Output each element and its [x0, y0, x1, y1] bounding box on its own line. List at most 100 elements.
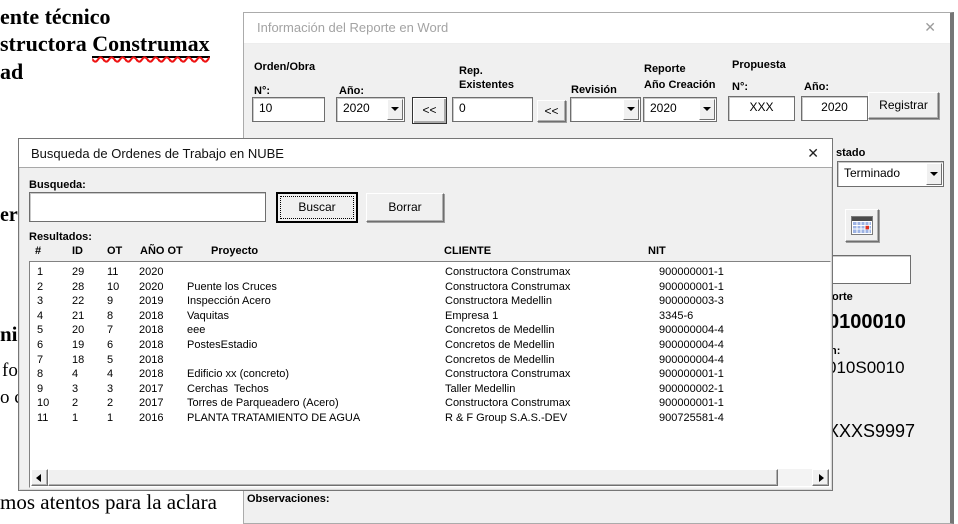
table-cell: 900725581-4 — [659, 412, 724, 424]
table-cell: 18 — [72, 354, 84, 366]
resultados-label: Resultados: — [29, 231, 92, 243]
rep-existentes-input[interactable]: 0 — [452, 97, 533, 122]
search-close-icon[interactable]: ✕ — [807, 145, 819, 162]
rep-existentes-label-2: Existentes — [459, 79, 514, 91]
table-cell: Concretos de Medellin — [445, 339, 554, 351]
reporte-creacion-combobox[interactable]: 2020 — [643, 97, 717, 122]
observaciones-label: Observaciones: — [247, 493, 330, 505]
table-cell: Puente los Cruces — [187, 281, 277, 293]
table-row[interactable]: 32292019Inspección AceroConstructora Med… — [30, 295, 830, 309]
table-cell: Taller Medellin — [445, 383, 515, 395]
doc-line-ente-tecnico: ente técnico — [0, 4, 111, 30]
search-input[interactable] — [29, 192, 266, 222]
table-cell: 3 — [107, 383, 113, 395]
table-row[interactable]: 8442018Edificio xx (concreto)Constructor… — [30, 368, 830, 382]
report-code-small: XXXS9997 — [827, 421, 915, 442]
propuesta-numero-label: N°: — [732, 81, 748, 93]
table-cell: 900000001-1 — [659, 397, 724, 409]
table-row[interactable]: 71852018Concretos de Medellin900000004-4 — [30, 354, 830, 368]
table-cell: 7 — [37, 354, 43, 366]
table-cell: 4 — [72, 368, 78, 380]
table-row[interactable]: 61962018PostesEstadioConcretos de Medell… — [30, 339, 830, 353]
horizontal-scrollbar[interactable] — [31, 469, 829, 486]
ano-combobox[interactable]: 2020 — [336, 97, 405, 122]
table-cell: 6 — [37, 339, 43, 351]
shift-left-button-2[interactable]: << — [537, 100, 566, 122]
search-dialog-title: Busqueda de Ordenes de Trabajo en NUBE — [31, 146, 284, 161]
revision-label: Revisión — [571, 84, 617, 96]
buscar-button[interactable]: Buscar — [276, 192, 358, 223]
calendar-button[interactable] — [845, 209, 879, 242]
table-cell: 900000001-1 — [659, 266, 724, 278]
propuesta-numero-input[interactable]: XXX — [728, 96, 795, 121]
report-close-icon[interactable]: ✕ — [924, 19, 936, 36]
table-cell: 2018 — [139, 368, 163, 380]
table-cell: 7 — [107, 324, 113, 336]
table-row[interactable]: 129112020Constructora Construmax90000000… — [30, 266, 830, 280]
estado-combobox[interactable]: Terminado — [837, 161, 944, 187]
table-cell: 11 — [37, 412, 48, 424]
report-code-mid: 010S0010 — [827, 358, 905, 378]
table-row[interactable]: 52072018eeeConcretos de Medellin90000000… — [30, 324, 830, 338]
table-cell: 900000004-4 — [659, 354, 724, 366]
table-row[interactable]: 9332017Cerchas TechosTaller Medellin9000… — [30, 383, 830, 397]
propuesta-ano-input[interactable]: 2020 — [801, 96, 868, 121]
table-cell: PostesEstadio — [187, 339, 257, 351]
column-header: CLIENTE — [444, 245, 491, 257]
table-cell: 3 — [72, 383, 78, 395]
table-cell: PLANTA TRATAMIENTO DE AGUA — [187, 412, 360, 424]
table-cell: 1 — [37, 266, 43, 278]
revision-combobox[interactable] — [570, 97, 641, 122]
table-cell: 900000004-4 — [659, 324, 724, 336]
shift-left-button-1[interactable]: << — [412, 97, 447, 124]
chevron-down-icon[interactable] — [926, 163, 942, 185]
table-cell: eee — [187, 324, 205, 336]
scrollbar-thumb[interactable] — [48, 469, 778, 486]
search-dialog-titlebar[interactable]: Busqueda de Ordenes de Trabajo en NUBE ✕ — [19, 139, 832, 168]
table-cell: Constructora Construmax — [445, 281, 570, 293]
borrar-button[interactable]: Borrar — [366, 193, 444, 222]
scroll-left-icon[interactable] — [31, 469, 48, 486]
doc-line-atentos: mos atentos para la aclara — [0, 490, 217, 515]
table-row[interactable]: 11112016PLANTA TRATAMIENTO DE AGUAR & F … — [30, 412, 830, 426]
table-row[interactable]: 42182018VaquitasEmpresa 13345-6 — [30, 310, 830, 324]
table-cell: Constructora Construmax — [445, 368, 570, 380]
table-cell: 8 — [107, 310, 113, 322]
table-cell: 1 — [72, 412, 78, 424]
doc-text-structora: structora — [0, 31, 92, 56]
numero-input[interactable]: 10 — [252, 97, 325, 122]
reporte-label-fragment: orte — [832, 291, 853, 303]
doc-text-construmax: Construmax — [92, 31, 209, 56]
busqueda-label: Busqueda: — [29, 179, 86, 191]
table-cell: 2018 — [139, 310, 163, 322]
column-header: OT — [107, 245, 122, 257]
table-cell: 2017 — [139, 397, 163, 409]
chevron-down-icon[interactable] — [699, 99, 715, 120]
table-cell: 20 — [72, 324, 84, 336]
ano-combobox-value: 2020 — [343, 101, 370, 115]
chevron-down-icon[interactable] — [387, 99, 403, 120]
reporte-creacion-combobox-value: 2020 — [650, 101, 677, 115]
estado-combobox-value: Terminado — [844, 166, 900, 180]
table-cell: Constructora Construmax — [445, 397, 570, 409]
reporte-creacion-label-2: Año Creación — [644, 79, 716, 91]
table-cell: 2018 — [139, 354, 163, 366]
table-cell: Edificio xx (concreto) — [187, 368, 289, 380]
propuesta-section-label: Propuesta — [732, 59, 786, 71]
report-dialog-titlebar[interactable]: Información del Reporte en Word ✕ — [244, 13, 950, 44]
chevron-down-icon[interactable] — [623, 99, 639, 120]
registrar-button[interactable]: Registrar — [868, 92, 939, 119]
doc-frag-ni: ni — [0, 322, 18, 347]
table-cell: 2019 — [139, 295, 163, 307]
table-row[interactable]: 228102020Puente los CrucesConstructora C… — [30, 281, 830, 295]
fecha-input[interactable] — [826, 255, 911, 284]
column-header: AÑO OT — [140, 245, 183, 257]
doc-line-constructora: structora Construmax — [0, 31, 210, 57]
table-cell: 2020 — [139, 266, 163, 278]
table-row[interactable]: 10222017Torres de Parqueadero (Acero)Con… — [30, 397, 830, 411]
table-cell: 5 — [37, 324, 43, 336]
table-cell: 29 — [72, 266, 84, 278]
results-listbox[interactable]: 1 29 11 2020 Constructora Construmax 90000000… — [29, 261, 831, 488]
scroll-right-icon[interactable] — [812, 469, 829, 486]
table-cell: Vaquitas — [187, 310, 229, 322]
